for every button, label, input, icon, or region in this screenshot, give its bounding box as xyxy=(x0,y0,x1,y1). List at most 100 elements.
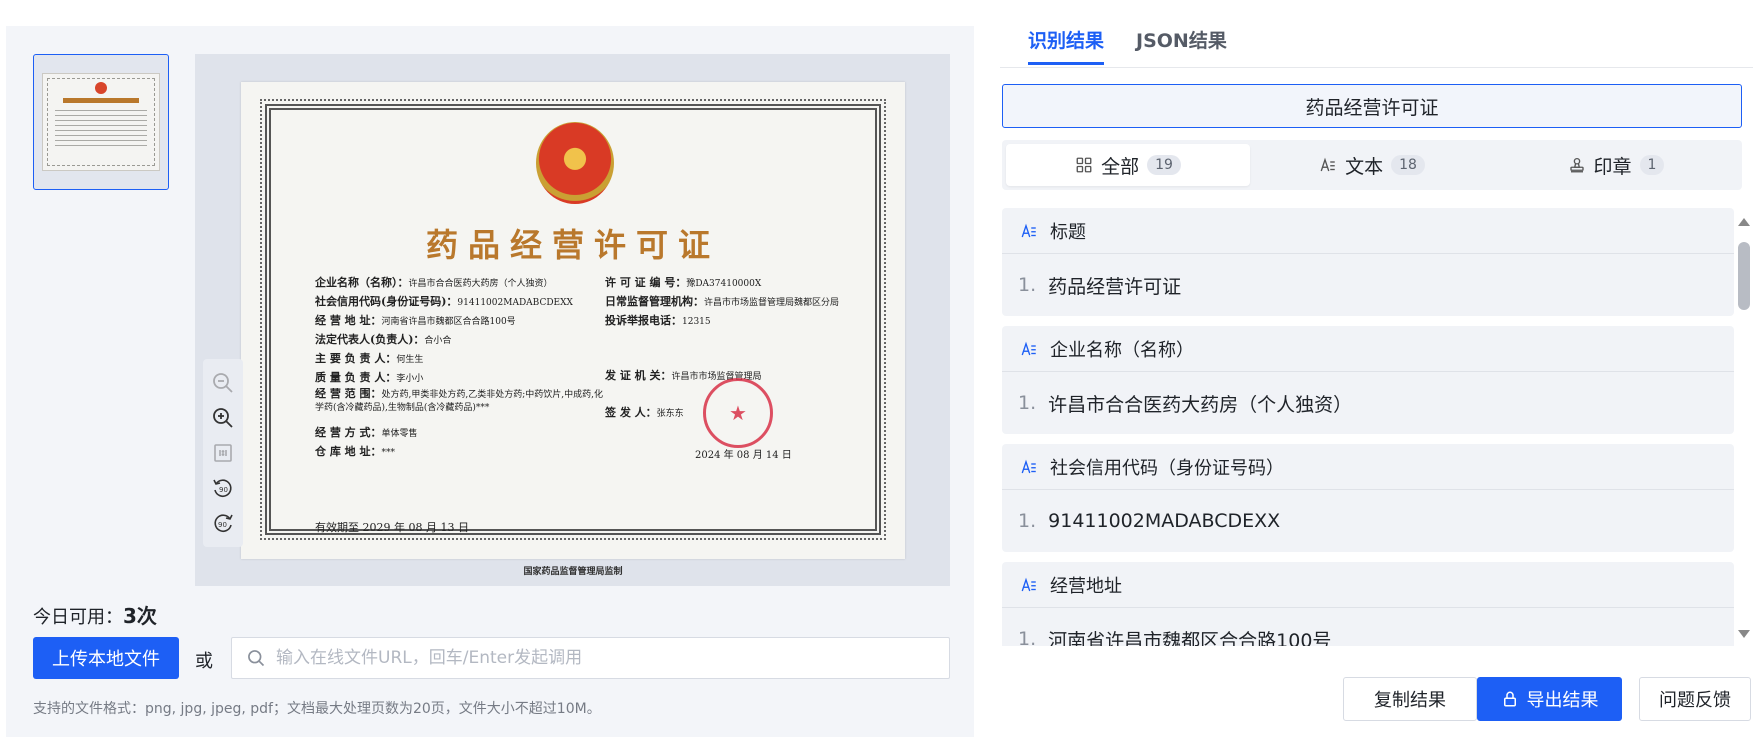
copy-result-button[interactable]: 复制结果 xyxy=(1343,677,1477,721)
certificate-row: 仓 库 地 址：*** xyxy=(315,445,395,458)
field-header: 经营地址 xyxy=(1002,562,1734,608)
actual-size-button[interactable] xyxy=(209,439,237,467)
filter-tab-all[interactable]: 全部 19 xyxy=(1006,144,1250,186)
grid-icon xyxy=(1076,157,1092,173)
certificate-row: 企业名称（名称）：许昌市合合医药大药房（个人独资） xyxy=(315,276,553,289)
feedback-label: 问题反馈 xyxy=(1659,690,1731,711)
field-card-credit-code: 社会信用代码（身份证号码） 1. 91411002MADABCDEXX xyxy=(1002,444,1734,552)
field-value: 许昌市合合医药大药房（个人独资） xyxy=(1048,393,1353,416)
certificate-title: 药品经营许可证 xyxy=(425,226,720,264)
results-scrollbar[interactable] xyxy=(1737,218,1751,638)
result-tabs: 识别结果 JSON结果 xyxy=(1028,26,1227,65)
certificate-row: 经 营 方 式：单体零售 xyxy=(315,426,418,439)
certificate-row-spacer xyxy=(605,349,875,367)
export-result-label: 导出结果 xyxy=(1526,690,1599,711)
certificate-row: 经 营 范 围：处方药,甲类非处方药,乙类非处方药;中药饮片,中成药,化学药(含… xyxy=(315,388,603,413)
field-header: 标题 xyxy=(1002,208,1734,254)
text-field-icon xyxy=(1021,577,1036,591)
filter-tab-stamp[interactable]: 印章 1 xyxy=(1494,144,1738,186)
scroll-down-arrow-icon[interactable] xyxy=(1738,630,1750,638)
certificate-row: 法定代表人(负责人)：合小合 xyxy=(315,333,452,346)
supported-formats-note: 支持的文件格式：png, jpg, jpeg, pdf；文档最大处理页数为20页… xyxy=(33,701,601,717)
svg-text:90: 90 xyxy=(219,486,228,494)
field-value: 91411002MADABCDEXX xyxy=(1048,510,1281,532)
certificate-row: 经 营 地 址：河南省许昌市魏都区合合路100号 xyxy=(315,314,516,327)
field-value: 药品经营许可证 xyxy=(1048,275,1182,298)
feedback-button[interactable]: 问题反馈 xyxy=(1639,677,1751,721)
field-header: 社会信用代码（身份证号码） xyxy=(1002,444,1734,490)
document-type-label: 药品经营许可证 xyxy=(1002,84,1742,128)
field-value-row[interactable]: 1. 91411002MADABCDEXX xyxy=(1002,490,1734,552)
certificate-row-spacer xyxy=(605,331,875,349)
field-value: 河南省许昌市魏都区合合路100号 xyxy=(1048,629,1332,647)
url-input[interactable] xyxy=(266,639,949,677)
certificate-footer: 国家药品监督管理局监制 xyxy=(523,567,623,577)
upload-local-file-button[interactable]: 上传本地文件 xyxy=(33,637,179,679)
quota-label: 今日可用： xyxy=(33,607,123,628)
field-value-index: 1. xyxy=(1018,510,1037,532)
zoom-in-icon xyxy=(213,407,233,428)
stamp-icon xyxy=(1569,157,1584,173)
filter-tab-text[interactable]: 文本 18 xyxy=(1250,144,1494,186)
filter-label: 全部 xyxy=(1101,155,1140,178)
zoom-in-button[interactable] xyxy=(209,404,237,432)
field-header: 企业名称（名称） xyxy=(1002,326,1734,372)
daily-quota: 今日可用：3次 xyxy=(33,600,157,629)
certificate-issue-date: 2024 年 08 月 14 日 xyxy=(695,450,792,461)
text-field-icon xyxy=(1021,341,1036,355)
filter-label: 文本 xyxy=(1345,155,1384,178)
field-value-row[interactable]: 1. 河南省许昌市魏都区合合路100号 xyxy=(1002,608,1734,646)
field-name: 经营地址 xyxy=(1050,575,1122,597)
certificate-row: 主 要 负 责 人：何生生 xyxy=(315,352,424,365)
rotate-right-button[interactable]: 90 xyxy=(209,509,237,537)
actual-size-icon xyxy=(214,444,232,462)
certificate-row: 质 量 负 责 人：李小小 xyxy=(315,371,424,384)
or-separator: 或 xyxy=(195,651,213,672)
field-value-row[interactable]: 1. 药品经营许可证 xyxy=(1002,254,1734,316)
image-viewer[interactable]: 药品经营许可证 企业名称（名称）：许昌市合合医药大药房（个人独资） 社会信用代码… xyxy=(195,54,950,586)
thumbnail-image xyxy=(42,73,160,171)
field-card-title: 标题 1. 药品经营许可证 xyxy=(1002,208,1734,316)
certificate-image: 药品经营许可证 企业名称（名称）：许昌市合合医药大药房（个人独资） 社会信用代码… xyxy=(241,82,905,577)
filter-count-badge: 18 xyxy=(1391,155,1425,175)
field-value-index: 1. xyxy=(1018,628,1037,646)
text-field-icon xyxy=(1021,223,1036,237)
result-fields-list: 标题 1. 药品经营许可证 企业名称（名称） 1. 许昌市合合医药大药房（个人独… xyxy=(1002,208,1734,646)
certificate-row: 投诉举报电话：12315 xyxy=(605,314,711,327)
filter-count-badge: 1 xyxy=(1639,155,1665,175)
rotate-right-icon: 90 xyxy=(214,514,233,533)
scroll-thumb[interactable] xyxy=(1738,242,1750,310)
field-filter-bar: 全部 19 文本 18 印章 1 xyxy=(1002,140,1742,190)
filter-count-badge: 19 xyxy=(1147,155,1181,175)
certificate-valid-until: 有效期至 2029 年 08 月 13 日 xyxy=(315,521,469,534)
tab-json-result[interactable]: JSON结果 xyxy=(1136,26,1227,63)
national-emblem-icon xyxy=(536,122,614,204)
rotate-left-button[interactable]: 90 xyxy=(209,474,237,502)
zoom-out-button[interactable] xyxy=(209,369,237,397)
official-seal-icon xyxy=(703,378,773,448)
svg-text:90: 90 xyxy=(218,521,227,529)
thumbnail-emblem-icon xyxy=(95,82,107,94)
filter-label: 印章 xyxy=(1593,155,1632,178)
search-icon xyxy=(248,650,265,667)
thumbnail-text-lines xyxy=(55,110,147,150)
zoom-out-icon xyxy=(213,372,233,393)
scroll-up-arrow-icon[interactable] xyxy=(1738,218,1750,226)
certificate-left-column: 企业名称（名称）：许昌市合合医药大药房（个人独资） 社会信用代码(身份证号码)：… xyxy=(315,274,605,462)
export-result-button[interactable]: 导出结果 xyxy=(1477,677,1622,721)
tab-recognition-result[interactable]: 识别结果 xyxy=(1028,26,1105,65)
copy-result-label: 复制结果 xyxy=(1374,690,1446,711)
page-thumbnail[interactable] xyxy=(33,54,169,190)
field-card-address: 经营地址 1. 河南省许昌市魏都区合合路100号 xyxy=(1002,562,1734,646)
thumbnail-title-bar xyxy=(63,98,139,103)
field-value-index: 1. xyxy=(1018,274,1037,296)
field-name: 社会信用代码（身份证号码） xyxy=(1050,457,1284,479)
quota-count: 3次 xyxy=(123,604,157,628)
certificate-row: 许 可 证 编 号：豫DA37410000X xyxy=(605,276,762,289)
field-value-row[interactable]: 1. 许昌市合合医药大药房（个人独资） xyxy=(1002,372,1734,434)
text-field-icon xyxy=(1021,459,1036,473)
lock-icon xyxy=(1503,691,1516,707)
certificate-row: 日常监督管理机构：许昌市市场监督管理局魏都区分局 xyxy=(605,295,840,308)
field-card-company-name: 企业名称（名称） 1. 许昌市合合医药大药房（个人独资） xyxy=(1002,326,1734,434)
field-name: 企业名称（名称） xyxy=(1050,339,1194,361)
